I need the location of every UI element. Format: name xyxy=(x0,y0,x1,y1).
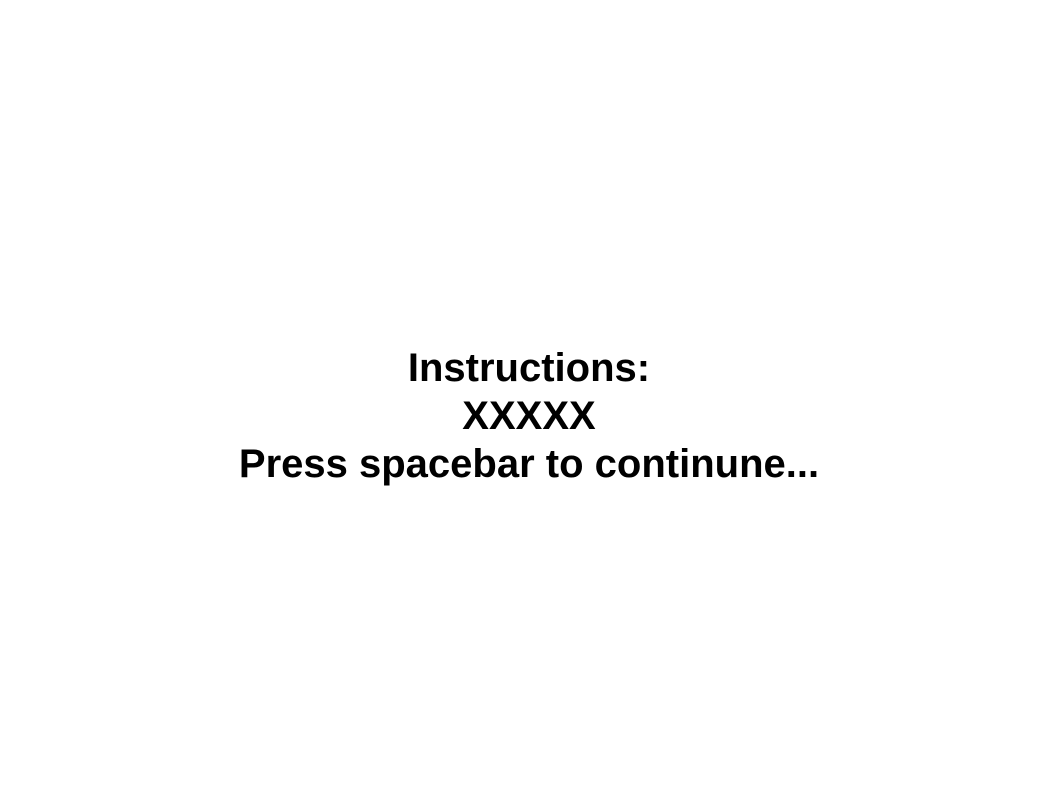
continue-prompt: Press spacebar to continune... xyxy=(238,442,820,486)
instruction-screen[interactable]: Instructions: XXXXX Press spacebar to co… xyxy=(0,0,1058,794)
instructions-heading: Instructions: xyxy=(407,346,651,390)
instructions-body: XXXXX xyxy=(462,394,596,438)
instructions-text-block: Instructions: XXXXX Press spacebar to co… xyxy=(0,344,1058,488)
